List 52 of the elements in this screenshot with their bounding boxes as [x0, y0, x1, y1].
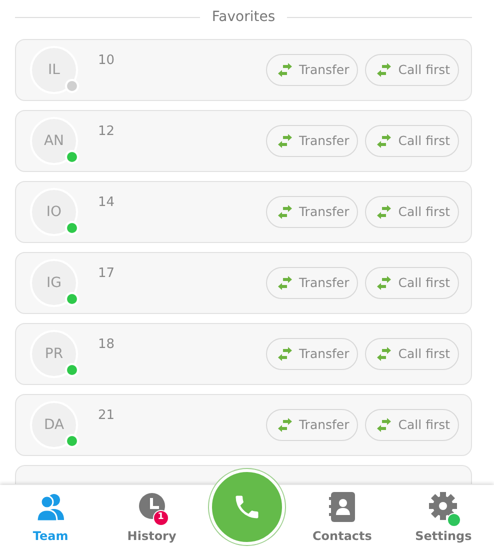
avatar-initials: IO: [46, 202, 62, 222]
favorite-card[interactable]: PR 18 Transfer Call first: [15, 323, 472, 385]
action-button[interactable]: Transfer: [266, 54, 358, 86]
tab-item[interactable]: Settings: [392, 485, 494, 553]
action-button[interactable]: Transfer: [266, 196, 358, 228]
swap-icon: [277, 418, 293, 432]
extension-number: 18: [98, 336, 116, 354]
action-button[interactable]: Call first: [365, 196, 459, 228]
favorite-card[interactable]: DA 21 Transfer Call first: [15, 394, 472, 456]
action-button[interactable]: Call first: [365, 54, 459, 86]
swap-icon: [277, 134, 293, 148]
clock-icon: [138, 492, 166, 520]
swap-icon: [376, 347, 392, 361]
extension-number: 10: [98, 52, 116, 70]
swap-icon: [277, 347, 293, 361]
avatar-initials: PR: [44, 344, 64, 364]
address-book-icon: [329, 492, 356, 522]
avatar-initials: IL: [48, 60, 60, 80]
swap-icon: [376, 134, 392, 148]
swap-icon: [376, 418, 392, 432]
extension-number: 17: [98, 265, 116, 283]
swap-icon: [376, 205, 392, 219]
favorite-card[interactable]: IG 17 Transfer Call first: [15, 252, 472, 314]
swap-icon: [277, 276, 293, 290]
favorite-card[interactable]: IO 14 Transfer Call first: [15, 181, 472, 243]
favorite-card[interactable]: IL 10 Transfer Call first: [15, 39, 472, 101]
tab-item[interactable]: Contacts: [292, 485, 393, 553]
tab-item[interactable]: 1 History: [101, 485, 202, 553]
action-button[interactable]: Call first: [365, 125, 459, 157]
extension-number: 21: [98, 407, 116, 425]
action-button[interactable]: Call first: [365, 409, 459, 441]
gear-icon: [429, 492, 458, 520]
action-button[interactable]: Transfer: [266, 338, 358, 370]
count-badge: 1: [152, 510, 169, 526]
action-button[interactable]: Transfer: [266, 409, 358, 441]
avatar-initials: IG: [46, 274, 62, 292]
action-button[interactable]: Call first: [365, 338, 459, 370]
favorite-card[interactable]: AN 12 Transfer Call first: [15, 110, 472, 172]
swap-icon: [277, 205, 293, 219]
swap-icon: [277, 63, 293, 77]
people-icon: [36, 492, 65, 522]
action-button[interactable]: Transfer: [266, 267, 358, 299]
swap-icon: [376, 63, 392, 77]
action-button[interactable]: Call first: [365, 267, 459, 299]
extension-number: 12: [98, 123, 116, 141]
action-button[interactable]: Transfer: [266, 125, 358, 157]
swap-icon: [376, 276, 392, 290]
extension-number: 14: [98, 194, 116, 212]
avatar-initials: DA: [44, 416, 64, 434]
section-title: Favorites: [212, 8, 276, 26]
tab-item[interactable]: Team: [0, 485, 102, 553]
avatar-initials: AN: [44, 132, 64, 150]
